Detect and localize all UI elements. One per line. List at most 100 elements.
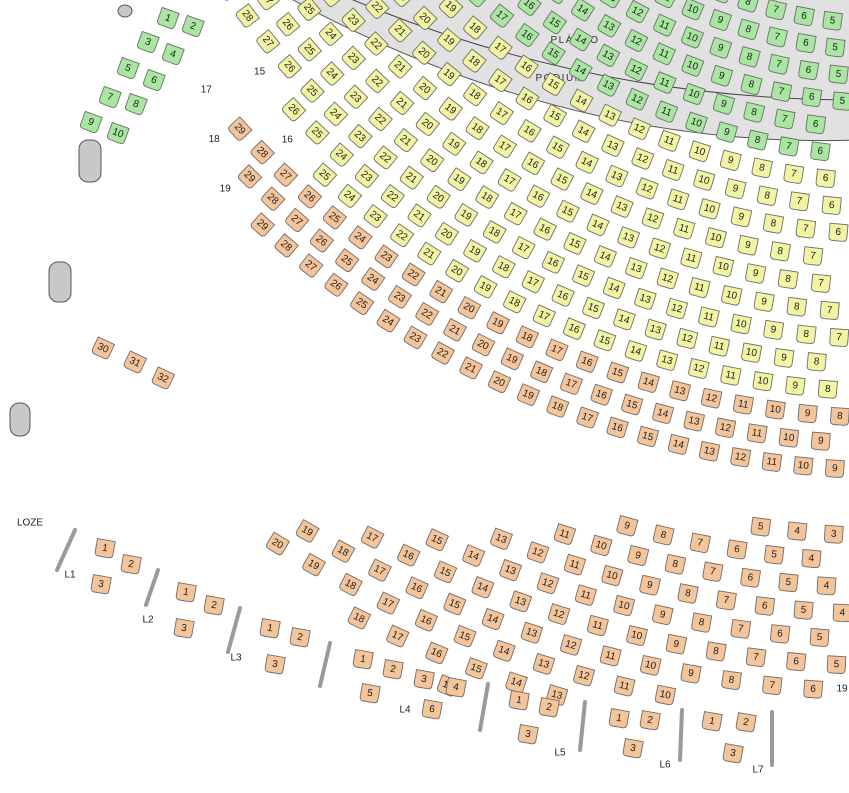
seat[interactable]: 24 xyxy=(360,266,386,291)
seat[interactable]: 8 xyxy=(751,157,773,179)
seat[interactable]: 8 xyxy=(806,352,827,372)
seat[interactable]: 4 xyxy=(816,576,837,596)
seat[interactable]: 10 xyxy=(640,654,662,676)
seat[interactable]: 16 xyxy=(590,383,614,406)
lodge-seat[interactable]: 1 xyxy=(259,618,281,639)
seat[interactable]: 12 xyxy=(536,572,560,595)
seat[interactable]: 12 xyxy=(648,237,672,260)
seat[interactable]: 19 xyxy=(473,274,498,300)
seat[interactable]: 7 xyxy=(789,191,810,212)
seat[interactable]: 11 xyxy=(662,158,685,181)
lodge-seat[interactable]: 2 xyxy=(120,554,142,575)
seat[interactable]: 13 xyxy=(634,287,657,310)
seat[interactable]: 6 xyxy=(828,222,849,242)
seat[interactable]: 4 xyxy=(832,603,849,623)
seat[interactable]: 15 xyxy=(593,329,617,352)
lodge-seat[interactable]: 4 xyxy=(445,677,467,698)
seat[interactable]: 7 xyxy=(783,163,805,184)
seat[interactable]: 10 xyxy=(601,564,624,587)
seat[interactable]: 16 xyxy=(521,151,546,176)
seat[interactable]: 21 xyxy=(387,53,413,80)
seat[interactable]: 21 xyxy=(407,203,432,228)
seat[interactable]: 7 xyxy=(829,328,849,347)
seat[interactable]: 15 xyxy=(637,425,660,447)
seat[interactable]: 11 xyxy=(680,247,703,269)
seat[interactable]: 27 xyxy=(298,253,324,278)
lodge-seat[interactable]: 1 xyxy=(94,538,116,559)
seat[interactable]: 9 xyxy=(753,291,775,312)
seat[interactable]: 13 xyxy=(669,380,692,402)
seat[interactable]: 12 xyxy=(631,147,655,170)
seat[interactable]: 7 xyxy=(768,53,790,75)
seat[interactable]: 7 xyxy=(770,81,793,102)
seat[interactable]: 8 xyxy=(786,296,808,317)
seat[interactable]: 9 xyxy=(627,544,650,566)
seat[interactable]: 20 xyxy=(419,148,445,173)
seat[interactable]: 10 xyxy=(590,534,613,557)
seat[interactable]: 11 xyxy=(574,584,598,606)
seat[interactable]: 19 xyxy=(441,131,467,156)
seat[interactable]: 14 xyxy=(471,575,495,599)
seat[interactable]: 14 xyxy=(667,433,690,455)
lodge-seat[interactable]: 3 xyxy=(173,618,195,639)
seat[interactable]: 25 xyxy=(304,120,330,146)
seat[interactable]: 8 xyxy=(777,269,799,289)
seat[interactable]: 10 xyxy=(752,371,774,392)
seat[interactable]: 10 xyxy=(712,255,735,277)
seat[interactable]: 25 xyxy=(322,205,348,231)
seat[interactable]: 19 xyxy=(447,167,472,192)
seat[interactable]: 27 xyxy=(255,0,280,11)
seat[interactable]: 12 xyxy=(641,207,665,230)
seat[interactable]: 14 xyxy=(580,181,604,206)
seat[interactable]: 9 xyxy=(724,177,747,200)
seat[interactable]: 6 xyxy=(793,5,815,27)
seat[interactable]: 7 xyxy=(702,561,724,582)
seat[interactable]: 17 xyxy=(545,338,569,362)
seat[interactable]: 15 xyxy=(582,296,606,320)
seat[interactable]: 17 xyxy=(503,201,528,226)
seat[interactable]: 26 xyxy=(281,96,307,122)
seat[interactable]: 17 xyxy=(521,270,546,294)
seat[interactable]: 22 xyxy=(373,145,398,171)
seat[interactable]: 7 xyxy=(716,590,737,611)
seat[interactable]: 18 xyxy=(462,81,488,107)
seat[interactable]: 9 xyxy=(797,403,818,424)
seat[interactable]: 17 xyxy=(576,406,599,429)
seat[interactable]: 9 xyxy=(773,347,795,368)
seat[interactable]: 20 xyxy=(415,111,441,136)
seat[interactable]: 26 xyxy=(275,11,301,38)
seat[interactable]: 11 xyxy=(613,675,636,697)
seat[interactable]: 5 xyxy=(825,37,846,58)
seat[interactable]: 16 xyxy=(526,184,551,208)
seat[interactable]: 9 xyxy=(730,206,753,228)
seat[interactable]: 8 xyxy=(721,670,742,690)
wheelchair-seat[interactable]: 30 xyxy=(91,336,116,360)
seat[interactable]: 7 xyxy=(774,108,796,130)
corner-seat[interactable]: 4 xyxy=(161,42,185,65)
seat[interactable]: 6 xyxy=(815,168,836,189)
seat[interactable]: 13 xyxy=(656,349,679,371)
seat[interactable]: 8 xyxy=(664,553,687,575)
seat[interactable]: 13 xyxy=(499,558,523,582)
seat[interactable]: 19 xyxy=(295,519,320,544)
lodge-seat[interactable]: 1 xyxy=(352,649,374,670)
seat[interactable]: 14 xyxy=(586,213,610,237)
seat[interactable]: 12 xyxy=(560,634,583,656)
seat[interactable]: 24 xyxy=(323,101,349,127)
seat[interactable]: 20 xyxy=(434,221,460,246)
seat[interactable]: 11 xyxy=(761,452,783,472)
seat[interactable]: 22 xyxy=(431,341,456,366)
seat[interactable]: 12 xyxy=(573,664,596,687)
seat[interactable]: 7 xyxy=(766,26,789,48)
seat[interactable]: 13 xyxy=(610,195,634,219)
seat[interactable]: 14 xyxy=(602,276,626,299)
seat[interactable]: 12 xyxy=(548,603,571,626)
seat[interactable]: 13 xyxy=(509,590,533,613)
lodge-seat[interactable]: 1 xyxy=(701,711,723,732)
seat[interactable]: 23 xyxy=(354,163,380,189)
seat[interactable]: 19 xyxy=(486,311,511,335)
seat[interactable]: 13 xyxy=(605,164,629,188)
seat[interactable]: 3 xyxy=(823,524,844,544)
seat[interactable]: 18 xyxy=(491,255,516,279)
seat[interactable]: 14 xyxy=(637,371,661,393)
